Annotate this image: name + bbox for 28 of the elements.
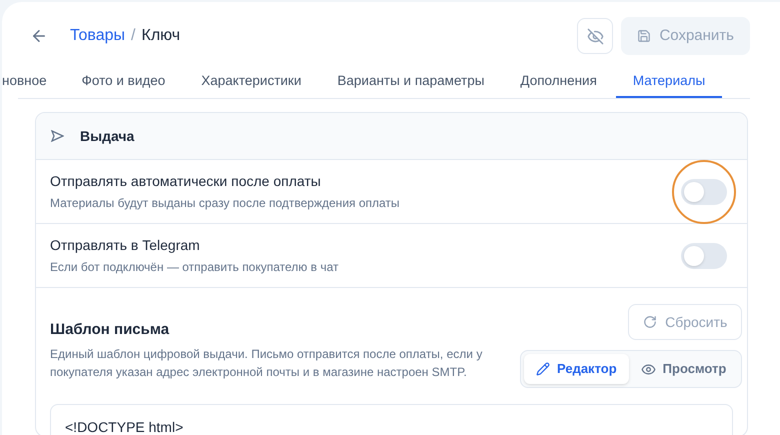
pencil-icon — [536, 362, 550, 376]
code-line: <!DOCTYPE html> — [65, 418, 184, 435]
tab[interactable]: Дополнения — [503, 67, 614, 98]
toggle-switch[interactable] — [681, 178, 727, 204]
tab[interactable]: Фото и видео — [64, 67, 182, 98]
tab[interactable]: Варианты и параметры — [320, 67, 502, 98]
tab[interactable]: Характеристики — [184, 67, 318, 98]
tab[interactable]: Материалы — [616, 67, 722, 98]
mode-tab[interactable]: Редактор — [524, 354, 629, 384]
eye-off-icon — [586, 28, 604, 44]
breadcrumb-separator: / — [131, 26, 136, 46]
section-title: Выдача — [80, 126, 134, 146]
setting-title: Отправлять в Telegram — [50, 236, 201, 255]
mode-tab[interactable]: Просмотр — [628, 354, 738, 384]
setting-description: Если бот подключён — отправить покупателю в чат — [50, 259, 340, 276]
visibility-button[interactable] — [577, 18, 614, 54]
breadcrumb-link[interactable]: Товары — [70, 24, 126, 48]
template-title: Шаблон письма — [50, 320, 170, 340]
refresh-icon — [643, 315, 658, 329]
code-editor[interactable]: <!DOCTYPE html> — [50, 404, 733, 435]
toggle-switch[interactable] — [681, 242, 727, 268]
template-description: Единый шаблон цифровой выдачи. Письмо отправится после оплаты, если у покупателя указан адрес электронной почты и в магазине настроен SMTP. — [50, 346, 484, 380]
eye-icon — [640, 362, 656, 376]
tab[interactable]: новное — [2, 67, 63, 98]
page-title: Ключ — [142, 26, 180, 46]
setting-description: Материалы будут выданы сразу после подтверждения оплаты — [50, 195, 401, 212]
send-icon — [51, 130, 64, 142]
setting-title: Отправлять автоматически после оплаты — [50, 172, 322, 191]
